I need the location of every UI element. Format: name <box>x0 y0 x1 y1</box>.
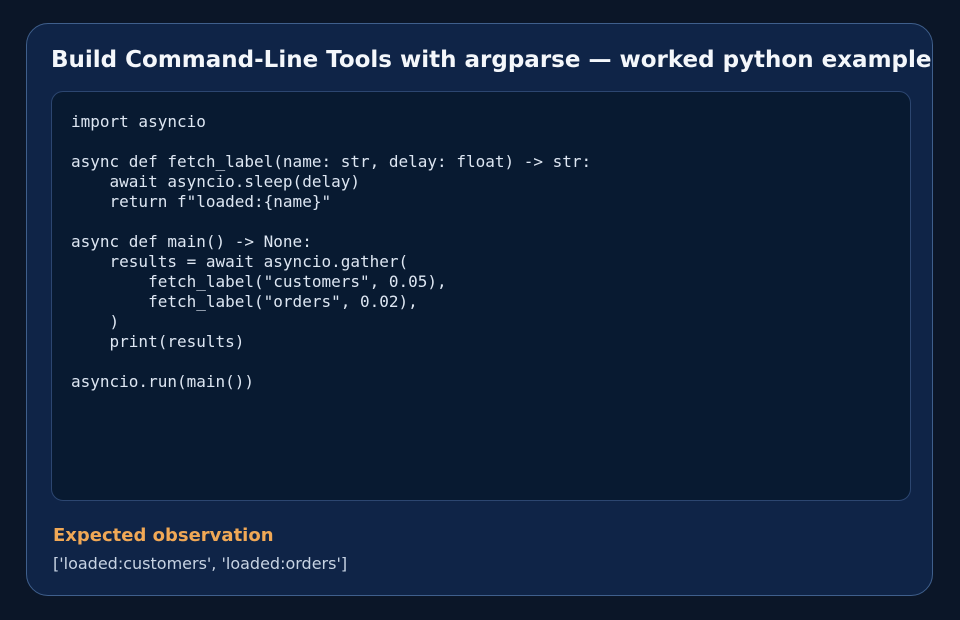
code-line: fetch_label("orders", 0.02), <box>71 292 418 311</box>
code-block: import asyncio​async def fetch_label(nam… <box>71 112 591 392</box>
code-line: ​ <box>71 132 591 152</box>
code-line: ​ <box>71 352 591 372</box>
code-line: await asyncio.sleep(delay) <box>71 172 360 191</box>
code-line: async def main() -> None: <box>71 232 312 251</box>
observation-output: ['loaded:customers', 'loaded:orders'] <box>53 554 348 573</box>
code-line: ) <box>71 312 120 331</box>
code-line: fetch_label("customers", 0.05), <box>71 272 447 291</box>
example-card: Build Command-Line Tools with argparse —… <box>26 23 933 596</box>
code-line: return f"loaded:{name}" <box>71 192 332 211</box>
code-panel: import asyncio​async def fetch_label(nam… <box>51 91 911 501</box>
code-line: asyncio.run(main()) <box>71 372 255 391</box>
code-line: import asyncio <box>71 112 206 131</box>
code-line: print(results) <box>71 332 245 351</box>
observation-heading: Expected observation <box>53 525 274 546</box>
card-title: Build Command-Line Tools with argparse —… <box>51 47 932 73</box>
code-line: results = await asyncio.gather( <box>71 252 409 271</box>
code-line: async def fetch_label(name: str, delay: … <box>71 152 592 171</box>
code-line: ​ <box>71 212 591 232</box>
